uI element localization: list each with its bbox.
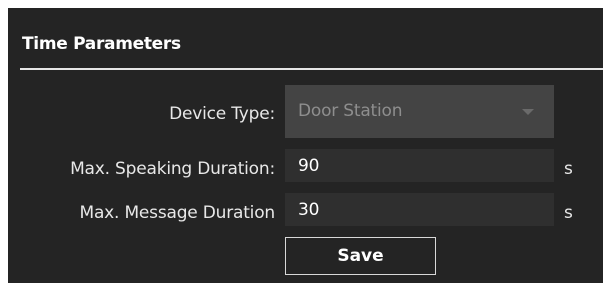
max-message-duration-input[interactable] bbox=[285, 193, 554, 226]
max-speaking-duration-input[interactable] bbox=[285, 149, 554, 182]
save-button[interactable]: Save bbox=[285, 237, 436, 275]
device-type-value: Door Station bbox=[298, 101, 403, 121]
speaking-duration-unit: s bbox=[564, 159, 573, 179]
max-message-duration-label: Max. Message Duration bbox=[79, 203, 275, 223]
section-title: Time Parameters bbox=[22, 34, 181, 54]
device-type-label: Device Type: bbox=[169, 104, 275, 124]
device-type-select: Door Station bbox=[285, 85, 554, 138]
time-parameters-panel: Time Parameters Device Type: Door Statio… bbox=[8, 8, 603, 283]
max-speaking-duration-label: Max. Speaking Duration: bbox=[70, 159, 275, 179]
chevron-down-icon bbox=[522, 109, 534, 115]
section-divider bbox=[20, 68, 603, 70]
message-duration-unit: s bbox=[564, 203, 573, 223]
